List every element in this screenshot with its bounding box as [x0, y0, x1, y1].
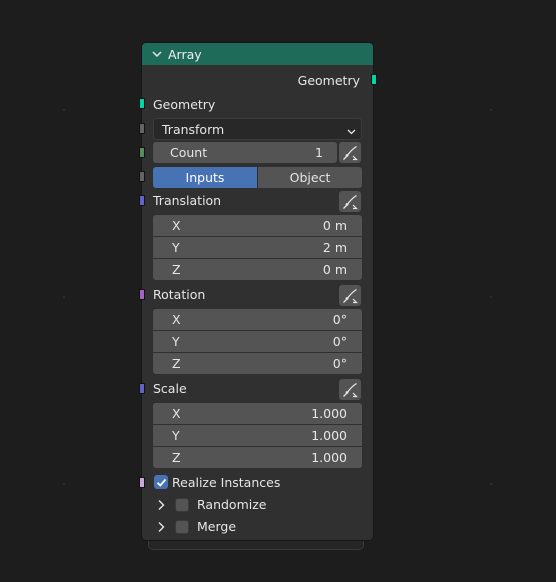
mode-value: Transform: [162, 121, 225, 137]
curve-graph-icon: [343, 194, 358, 209]
randomize-checkbox[interactable]: [175, 498, 189, 512]
axis-label: Y: [172, 428, 180, 443]
axis-label: Z: [172, 356, 181, 371]
output-geometry-socket[interactable]: [371, 74, 377, 85]
tab-object[interactable]: Object: [257, 167, 362, 188]
node-title: Array: [168, 46, 202, 62]
input-geometry-socket[interactable]: [139, 98, 145, 109]
randomize-label: Randomize: [197, 497, 267, 512]
rotation-curve-button[interactable]: [339, 285, 361, 306]
scale-y-field[interactable]: Y 1.000: [153, 425, 362, 446]
merge-label: Merge: [197, 519, 237, 534]
dropdown-arrow-icon: [347, 124, 356, 139]
realize-instances-socket[interactable]: [139, 477, 145, 488]
rotation-y-value: 0°: [332, 334, 347, 349]
translation-y-field[interactable]: Y 2 m: [153, 237, 362, 258]
count-value: 1: [315, 145, 323, 160]
rotation-x-field[interactable]: X 0°: [153, 309, 362, 330]
tabs-socket[interactable]: [139, 171, 145, 182]
translation-y-value: 2 m: [322, 240, 347, 255]
grid-dot: [63, 296, 65, 298]
grid-dot: [63, 483, 65, 485]
realize-instances-label: Realize Instances: [172, 475, 281, 490]
rotation-socket[interactable]: [139, 289, 145, 300]
axis-label: Z: [172, 450, 181, 465]
curve-graph-icon: [343, 288, 358, 303]
axis-label: Y: [172, 240, 180, 255]
scale-x-field[interactable]: X 1.000: [153, 403, 362, 424]
scale-label: Scale: [153, 381, 187, 396]
grid-dot: [63, 109, 65, 111]
axis-label: X: [172, 406, 181, 421]
array-node[interactable]: Array Geometry Geometry Transform Count …: [139, 42, 377, 541]
axis-label: Y: [172, 334, 180, 349]
realize-instances-checkbox[interactable]: [154, 475, 168, 489]
input-geometry-label: Geometry: [153, 97, 216, 112]
output-geometry-label: Geometry: [297, 73, 360, 88]
count-socket[interactable]: [139, 147, 145, 158]
scale-x-value: 1.000: [311, 406, 347, 421]
translation-label: Translation: [153, 193, 222, 208]
rotation-y-field[interactable]: Y 0°: [153, 331, 362, 352]
scale-z-value: 1.000: [311, 450, 347, 465]
rotation-z-value: 0°: [332, 356, 347, 371]
translation-x-field[interactable]: X 0 m: [153, 215, 362, 236]
curve-graph-icon: [343, 145, 358, 160]
grid-dot: [490, 296, 492, 298]
scale-y-value: 1.000: [311, 428, 347, 443]
translation-z-value: 0 m: [322, 262, 347, 277]
translation-z-field[interactable]: Z 0 m: [153, 259, 362, 280]
count-field[interactable]: Count 1: [153, 142, 337, 163]
mode-dropdown[interactable]: Transform: [153, 118, 362, 140]
translation-x-value: 0 m: [322, 218, 347, 233]
tab-inputs[interactable]: Inputs: [153, 167, 257, 188]
grid-dot: [490, 483, 492, 485]
translation-socket[interactable]: [139, 195, 145, 206]
chevron-right-icon[interactable]: [157, 521, 165, 536]
count-curve-button[interactable]: [339, 142, 361, 163]
scale-curve-button[interactable]: [339, 379, 361, 400]
merge-checkbox[interactable]: [175, 520, 189, 534]
rotation-label: Rotation: [153, 287, 206, 302]
scale-z-field[interactable]: Z 1.000: [153, 447, 362, 468]
scale-socket[interactable]: [139, 383, 145, 394]
axis-label: Z: [172, 262, 181, 277]
node-header[interactable]: Array: [142, 43, 373, 65]
axis-label: X: [172, 312, 181, 327]
count-label: Count: [170, 145, 208, 160]
mode-socket[interactable]: [139, 123, 145, 134]
translation-curve-button[interactable]: [339, 191, 361, 212]
curve-graph-icon: [343, 382, 358, 397]
rotation-x-value: 0°: [332, 312, 347, 327]
checkmark-icon: [156, 478, 166, 487]
grid-dot: [490, 109, 492, 111]
chevron-down-icon[interactable]: [151, 48, 163, 60]
rotation-z-field[interactable]: Z 0°: [153, 353, 362, 374]
axis-label: X: [172, 218, 181, 233]
chevron-right-icon[interactable]: [157, 499, 165, 514]
